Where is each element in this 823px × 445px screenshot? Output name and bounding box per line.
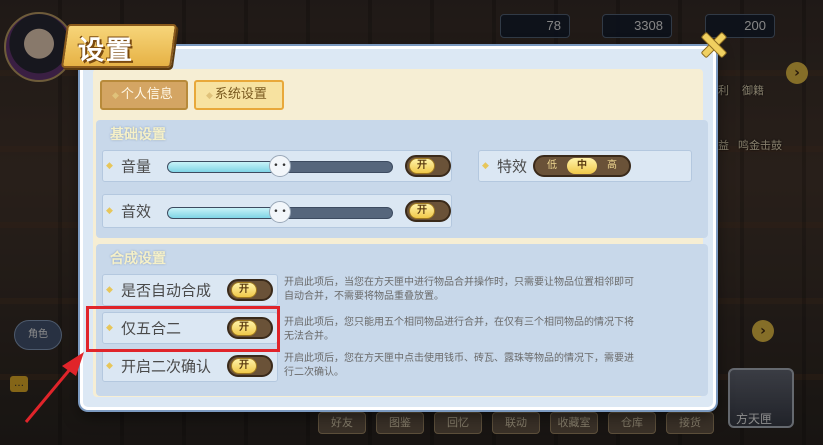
highlight-box [86, 306, 280, 352]
desc-line: 开启此项后，您只能用五个相同物品进行合并，在仅有三个相同物品的情况下将 [284, 317, 634, 328]
volume-toggle[interactable]: 开 [405, 155, 451, 177]
section-title-merge: 合成设置 [110, 251, 166, 267]
section-title-basic: 基础设置 [110, 127, 166, 143]
desc-line: 开启此项后，当您在方天匣中进行物品合并操作时，只需要让物品位置相邻即可 [284, 277, 634, 288]
tab-label: 个人信息 [120, 87, 173, 102]
sfx-toggle[interactable]: 开 [405, 200, 451, 222]
effects-label: 特效 [497, 157, 528, 176]
desc-line: 无法合并。 [284, 331, 334, 342]
toggle-knob: 开 [409, 203, 435, 219]
sfx-row: ◆ 音效 • • 开 [102, 194, 452, 228]
volume-label: 音量 [121, 157, 152, 176]
tab-dot-icon: ◆ [206, 91, 213, 101]
double-confirm-description: 开启此项后，您在方天匣中点击使用钱币、砖瓦、露珠等物品的情况下，需要进 行二次确… [284, 352, 704, 380]
tab-dot-icon: ◆ [112, 91, 119, 101]
basic-settings-section: 基础设置 ◆ 音量 • • 开 ◆ 特效 低 中 高 ◆ 音效 • • 开 [96, 120, 708, 238]
sfx-slider-fill [168, 208, 280, 218]
bullet-icon: ◆ [106, 206, 113, 216]
bullet-icon: ◆ [482, 161, 489, 171]
effects-selector[interactable]: 低 中 高 [533, 155, 631, 177]
bullet-icon: ◆ [106, 285, 113, 295]
volume-slider-fill [168, 162, 280, 172]
close-icon[interactable] [698, 30, 726, 58]
bullet-icon: ◆ [106, 161, 113, 171]
toggle-knob: 开 [231, 358, 257, 374]
volume-slider[interactable]: • • [167, 155, 393, 177]
desc-line: 自动合并，不需要将物品重叠放置。 [284, 291, 444, 302]
auto-merge-label: 是否自动合成 [121, 281, 212, 300]
effects-row: ◆ 特效 低 中 高 [478, 150, 692, 182]
bullet-icon: ◆ [106, 361, 113, 371]
desc-line: 行二次确认。 [284, 367, 344, 378]
sfx-label: 音效 [121, 202, 152, 221]
tab-personal-info[interactable]: ◆ 个人信息 [100, 80, 188, 110]
desc-line: 开启此项后，您在方天匣中点击使用钱币、砖瓦、露珠等物品的情况下，需要进 [284, 353, 634, 364]
five-to-two-description: 开启此项后，您只能用五个相同物品进行合并，在仅有三个相同物品的情况下将 无法合并… [284, 316, 704, 344]
volume-slider-knob[interactable]: • • [269, 155, 291, 177]
auto-merge-toggle[interactable]: 开 [227, 279, 273, 301]
effects-option-medium[interactable]: 中 [567, 158, 597, 174]
volume-row: ◆ 音量 • • 开 [102, 150, 452, 182]
tab-system-settings[interactable]: ◆ 系统设置 [194, 80, 284, 110]
sfx-slider-knob[interactable]: • • [269, 201, 291, 223]
tab-label: 系统设置 [214, 87, 267, 102]
auto-merge-description: 开启此项后，当您在方天匣中进行物品合并操作时，只需要让物品位置相邻即可 自动合并… [284, 276, 704, 304]
toggle-knob: 开 [409, 158, 435, 174]
effects-option-low[interactable]: 低 [537, 157, 567, 175]
auto-merge-row: ◆ 是否自动合成 开 [102, 274, 278, 306]
effects-option-high[interactable]: 高 [597, 157, 627, 175]
sfx-slider[interactable]: • • [167, 201, 393, 223]
double-confirm-row: ◆ 开启二次确认 开 [102, 350, 278, 382]
toggle-knob: 开 [231, 282, 257, 298]
double-confirm-label: 开启二次确认 [121, 357, 212, 376]
dialog-title: 设置 [78, 36, 135, 66]
double-confirm-toggle[interactable]: 开 [227, 355, 273, 377]
